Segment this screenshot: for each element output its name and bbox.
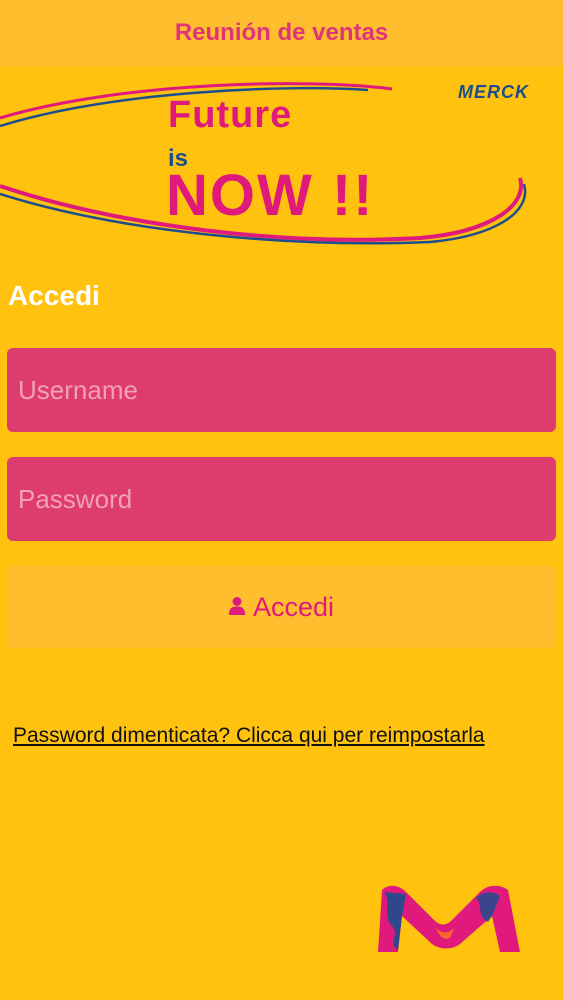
merck-wordmark: MERCK	[458, 82, 529, 102]
forgot-password-link[interactable]: Password dimenticata? Clicca qui per rei…	[13, 724, 558, 748]
header-bar: Reunión de ventas	[0, 0, 563, 66]
banner-now-text: NOW !!	[166, 163, 375, 228]
username-input[interactable]	[7, 348, 556, 432]
user-icon	[228, 592, 245, 623]
login-title: Accedi	[8, 280, 100, 311]
login-button[interactable]: Accedi	[7, 566, 556, 648]
login-button-label: Accedi	[252, 591, 335, 622]
header-title: Reunión de ventas	[174, 19, 389, 46]
merck-m-logo	[378, 885, 520, 952]
password-input[interactable]	[7, 457, 556, 541]
banner-future-text: Future	[168, 94, 293, 136]
